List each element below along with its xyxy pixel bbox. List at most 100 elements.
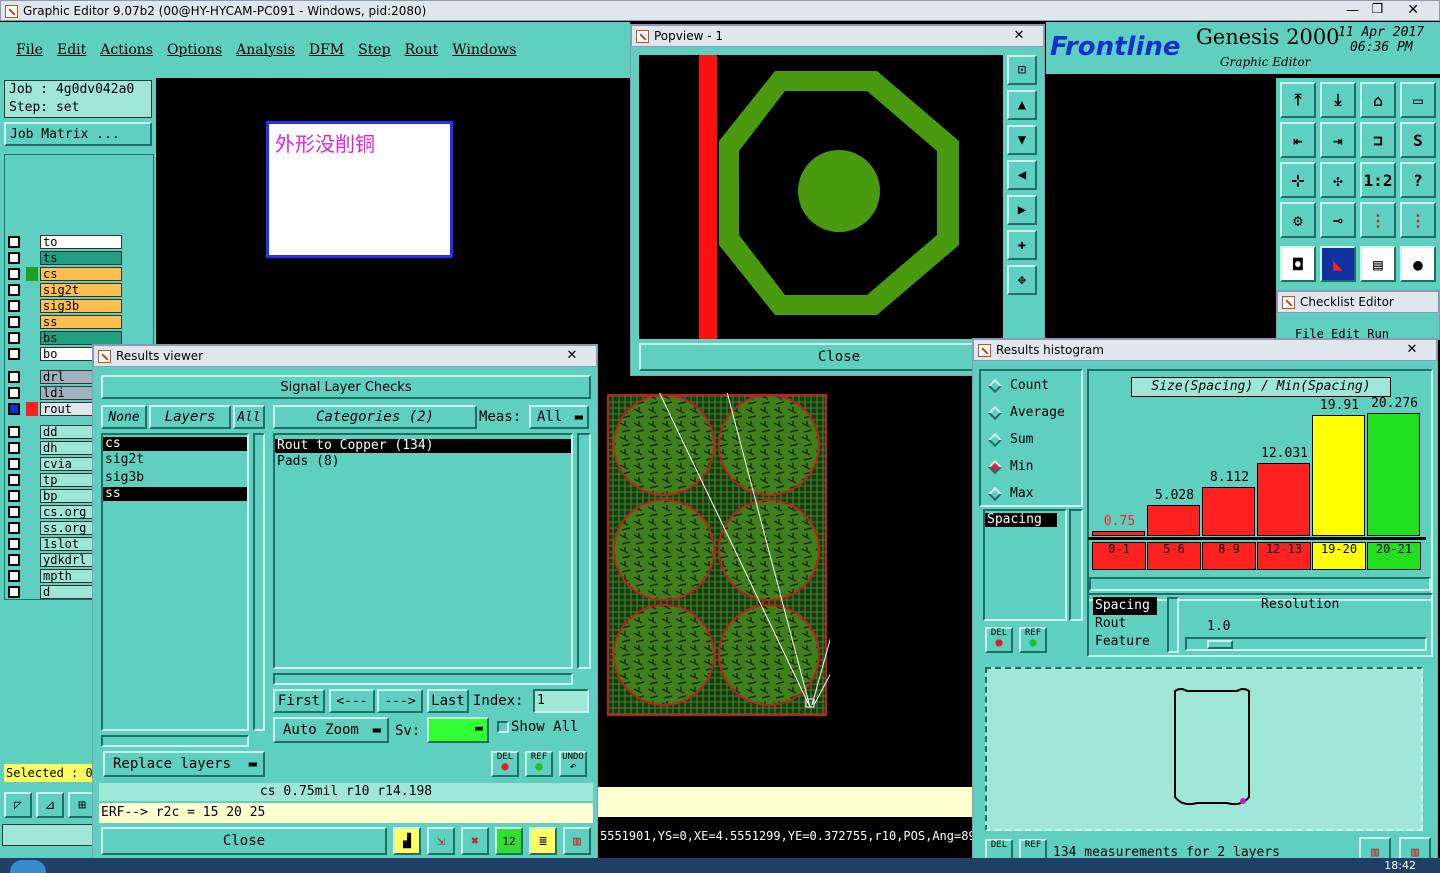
next-button[interactable]: ---> (377, 689, 423, 713)
layer-checkbox[interactable] (8, 585, 20, 598)
layer-checkbox[interactable] (8, 347, 20, 360)
key-icon[interactable]: ⊸ (1320, 202, 1356, 238)
res-scrollbar[interactable] (1167, 597, 1179, 653)
clear-icon[interactable]: ✖ (461, 827, 489, 855)
auto-zoom-select[interactable]: Auto Zoom ▬ (273, 717, 389, 743)
export-icon[interactable]: ⇲ (427, 827, 455, 855)
histogram-icon[interactable]: ▥ (563, 827, 591, 855)
scale-icon[interactable]: 1:2 (1360, 162, 1396, 198)
layer-checkbox[interactable] (8, 473, 20, 486)
home-icon[interactable]: ⌂ (1360, 82, 1396, 118)
layers-hscrollbar[interactable] (101, 735, 249, 747)
first-button[interactable]: First (273, 689, 325, 713)
settings-icon[interactable]: ⚙ (1280, 202, 1316, 238)
move-left-icon[interactable]: ⇤ (1280, 122, 1316, 158)
layer-checkbox[interactable] (8, 505, 20, 518)
menu-dfm[interactable]: DFM (309, 42, 344, 58)
layer-row-bo[interactable]: bo (6, 346, 122, 361)
layer-checkbox[interactable] (8, 425, 20, 438)
resolution-slider-thumb[interactable] (1207, 640, 1233, 649)
layer-checkbox[interactable] (8, 315, 20, 328)
res-listbox[interactable]: Spacing Rout Feature (1093, 597, 1157, 653)
meas-select[interactable]: All ▬ (529, 405, 589, 429)
layer-name[interactable]: sig2t (40, 282, 122, 297)
menu-edit[interactable]: Edit (57, 42, 86, 58)
command-field[interactable] (2, 824, 94, 846)
del-button[interactable]: DEL ● (491, 751, 519, 777)
menu-actions[interactable]: Actions (100, 42, 153, 58)
hist-del-button[interactable]: DEL ● (985, 627, 1013, 653)
help-icon[interactable]: ? (1400, 162, 1436, 198)
layer-checkbox[interactable] (8, 251, 20, 264)
layer-row-drl[interactable]: drl (6, 369, 122, 384)
layer-name[interactable]: to (40, 234, 122, 249)
draw-icon[interactable]: ◣ (1320, 246, 1356, 282)
histogram-bar[interactable] (1202, 486, 1255, 536)
mode-radio-sum[interactable]: Sum (987, 432, 1033, 447)
layer-checkbox[interactable] (8, 299, 20, 312)
histogram-bar[interactable] (1092, 531, 1145, 536)
counter-icon[interactable]: 12 (495, 827, 523, 855)
popview-close-icon[interactable]: ✕ (999, 28, 1039, 44)
layer-row-ss-org[interactable]: ss.org (6, 520, 122, 535)
mode-radio-count[interactable]: Count (987, 378, 1049, 393)
pan-right-icon[interactable]: ▶ (1007, 195, 1037, 225)
layer-checkbox[interactable] (8, 441, 20, 454)
move-down-icon[interactable]: ⤓ (1320, 82, 1356, 118)
results-viewer-close-icon[interactable]: ✕ (552, 348, 592, 364)
type-item[interactable]: Spacing (985, 513, 1057, 527)
type-scrollbar[interactable] (1069, 509, 1083, 621)
ref-button[interactable]: REF ● (525, 751, 553, 777)
layers-red-icon[interactable]: ⋮ (1360, 202, 1396, 238)
layer-row-1slot[interactable]: 1slot (6, 536, 122, 551)
results-close-button[interactable]: Close (101, 827, 387, 855)
layer-checkbox[interactable] (8, 537, 20, 550)
layer-checkbox[interactable] (8, 402, 20, 415)
minimize-icon[interactable]: — (1346, 3, 1359, 18)
layers-none-button[interactable]: None (101, 405, 147, 429)
layer-row-sig2t[interactable]: sig2t (6, 282, 122, 297)
move-right-icon[interactable]: ⇥ (1320, 122, 1356, 158)
zoom-out-icon[interactable]: ✥ (1007, 265, 1037, 295)
show-all-checkbox[interactable] (497, 721, 509, 733)
snap-icon[interactable]: ◘ (1280, 246, 1316, 282)
layer-list-item[interactable]: sig2t (103, 451, 247, 469)
menu-options[interactable]: Options (167, 42, 222, 58)
pan-left-icon[interactable]: ◀ (1007, 160, 1037, 190)
layer-checkbox[interactable] (8, 267, 20, 280)
layer-list-item[interactable]: ss (103, 487, 247, 501)
layers-red2-icon[interactable]: ⋮ (1400, 202, 1436, 238)
res-item[interactable]: Spacing (1093, 597, 1157, 615)
categories-scrollbar[interactable] (577, 433, 591, 669)
measure-tool-icon[interactable]: ⊿ (36, 792, 64, 818)
close-icon[interactable]: ✕ (1407, 2, 1419, 18)
menu-file[interactable]: File (16, 42, 43, 58)
undo-button[interactable]: UNDO ↶ (559, 751, 587, 777)
layer-name[interactable]: ts (40, 250, 122, 265)
layer-row-cs[interactable]: cs (6, 266, 122, 281)
layer-row-ss[interactable]: ss (6, 314, 122, 329)
histogram-bar[interactable] (1367, 412, 1420, 536)
report-icon[interactable]: ≣ (529, 827, 557, 855)
menu-windows[interactable]: Windows (452, 42, 516, 58)
window-icon[interactable]: ▭ (1400, 82, 1436, 118)
layer-name[interactable]: cs (40, 266, 122, 281)
category-item[interactable]: Pads (8) (275, 453, 571, 471)
layer-checkbox[interactable] (8, 386, 20, 399)
hist-ref-button[interactable]: REF ● (1019, 627, 1047, 653)
layer-row-cs-org[interactable]: cs.org (6, 504, 122, 519)
layer-row-ts[interactable]: ts (6, 250, 122, 265)
sv-color-select[interactable]: ▬ (427, 717, 489, 743)
layer-row-rout[interactable]: rout (6, 401, 122, 416)
layer-row-tp[interactable]: tp (6, 472, 122, 487)
histogram-bar[interactable] (1147, 505, 1200, 536)
pan-up-icon[interactable]: ▲ (1007, 90, 1037, 120)
layer-row-to[interactable]: to (6, 234, 122, 249)
layer-row-bp[interactable]: bp (6, 488, 122, 503)
layer-checkbox[interactable] (8, 331, 20, 344)
layer-checkbox[interactable] (8, 283, 20, 296)
layer-row-bs[interactable]: bs (6, 330, 122, 345)
last-button[interactable]: Last (427, 689, 469, 713)
mode-radio-average[interactable]: Average (987, 405, 1065, 420)
job-matrix-button[interactable]: Job Matrix ... (4, 122, 152, 146)
